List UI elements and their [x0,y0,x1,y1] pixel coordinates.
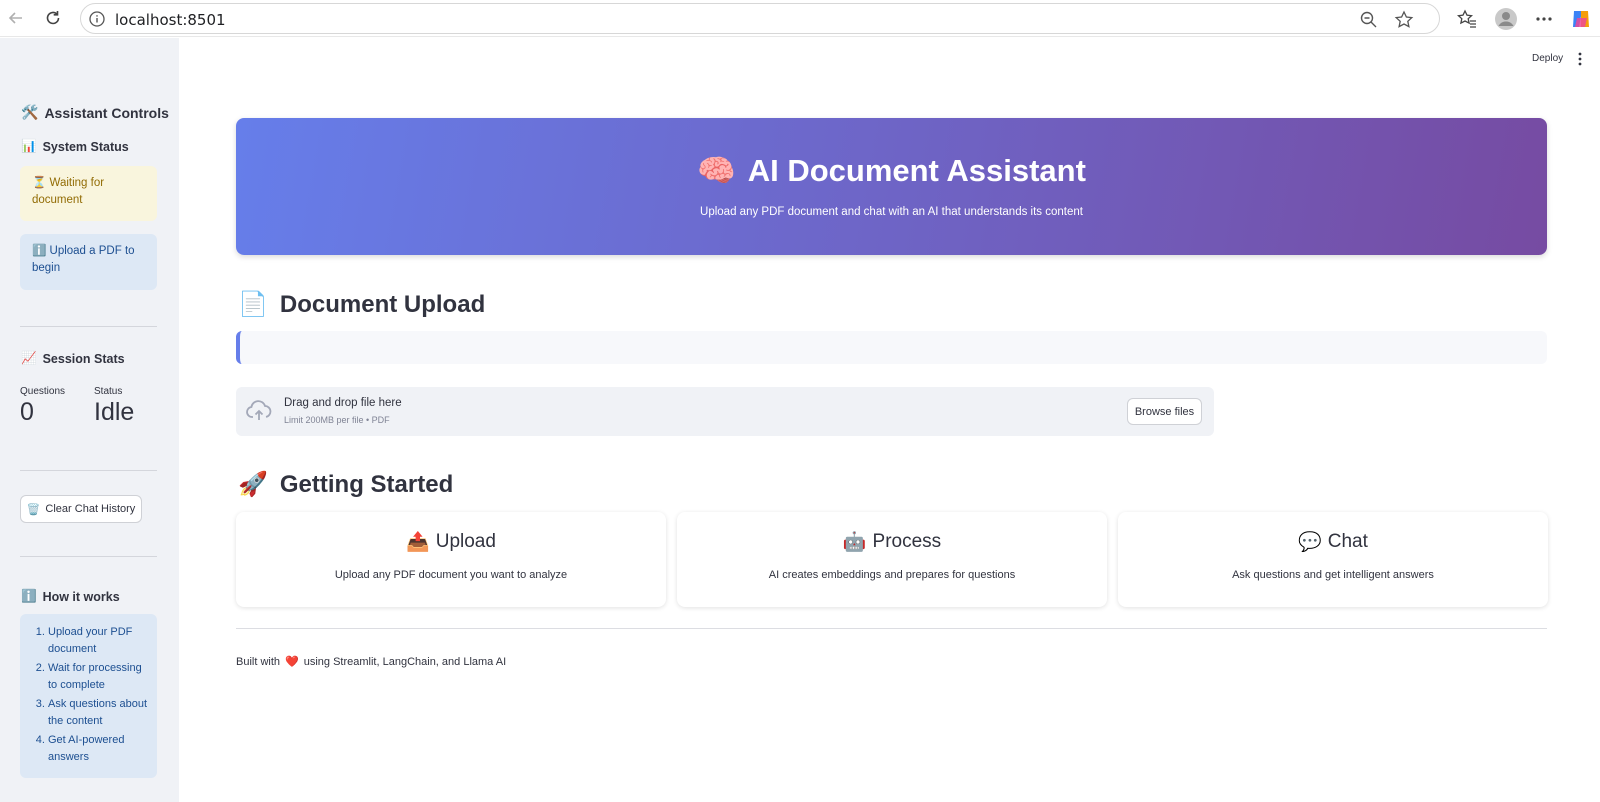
how-it-works-box: Upload your PDF document Wait for proces… [20,614,157,778]
how-it-works-title: How it works [42,589,120,604]
session-stats-title: Session Stats [42,351,125,366]
document-upload-title: Document Upload [279,290,486,318]
favorites-button[interactable] [1455,7,1479,31]
status-value: Idle [94,398,135,426]
copilot-icon [1573,11,1589,27]
card-title: 💬 Chat [1118,530,1548,554]
clear-chat-label: Clear Chat History [45,503,136,515]
dropzone-text: Drag and drop file here [284,397,402,409]
heart-icon: ❤️ [285,656,299,668]
file-dropzone[interactable]: Drag and drop file here Limit 200MB per … [236,387,1214,436]
url-text[interactable]: localhost:8501 [115,11,226,29]
info-icon: ℹ️ [21,589,37,603]
rocket-icon: 🚀 [238,471,268,498]
footer: Built with ❤️ using Streamlit, LangChain… [236,655,507,669]
card-title-text: Process [872,531,942,552]
speech-bubble-icon: 💬 [1298,532,1322,553]
document-icon: 📄 [238,291,268,318]
list-item: Get AI-powered answers [48,732,149,765]
tools-icon: 🛠️ [21,104,39,120]
clear-chat-history-button[interactable]: 🗑️ Clear Chat History [20,495,142,523]
hero-title: 🧠 AI Document Assistant [236,152,1547,189]
footer-divider [236,628,1547,629]
sidebar: 🛠️ Assistant Controls 📊 System Status ⏳ … [0,38,179,802]
status-label: Status [94,386,123,397]
system-status-title: System Status [42,139,129,154]
favorites-list-icon [1457,9,1476,28]
footer-prefix: Built with [236,655,281,668]
session-stats-heading: 📈 Session Stats [21,351,125,366]
outbox-tray-icon: 📤 [406,532,430,553]
trash-icon: 🗑️ [26,503,41,516]
sidebar-title-text: Assistant Controls [44,104,169,121]
list-item: Wait for processing to complete [48,660,149,693]
profile-button[interactable] [1494,7,1518,31]
browser-menu-button[interactable] [1532,7,1556,31]
waiting-warning: ⏳ Waiting for document [20,166,157,221]
deploy-button[interactable]: Deploy [1532,53,1563,64]
card-title-text: Upload [435,531,496,552]
card-title: 🤖 Process [677,530,1107,554]
browse-files-button[interactable]: Browse files [1127,398,1202,425]
upload-info: ℹ️ Upload a PDF to begin [20,234,157,290]
dropzone-limit: Limit 200MB per file • PDF [284,415,390,425]
questions-value: 0 [20,398,34,426]
sidebar-title: 🛠️ Assistant Controls [21,104,169,121]
document-upload-heading: 📄 Document Upload [238,290,485,319]
card-description: Ask questions and get intelligent answer… [1232,569,1434,581]
hero-subtitle: Upload any PDF document and chat with an… [700,206,1083,218]
list-item: Ask questions about the content [48,696,149,729]
back-button[interactable] [4,6,28,30]
sidebar-divider [20,470,157,471]
card-title-text: Chat [1327,531,1368,552]
list-item: Upload your PDF document [48,624,149,657]
card-title: 📤 Upload [236,530,666,554]
zoom-out-icon[interactable] [1359,10,1379,30]
system-status-heading: 📊 System Status [21,139,129,154]
steps-list: Upload your PDF document Wait for proces… [34,624,149,765]
getting-started-title: Getting Started [279,470,454,498]
site-info-icon[interactable] [88,10,106,28]
getting-started-heading: 🚀 Getting Started [238,470,453,499]
back-arrow-icon [8,12,22,24]
brain-icon: 🧠 [697,153,736,188]
reload-button[interactable] [41,6,65,30]
bar-chart-icon: 📊 [21,139,37,153]
copilot-button[interactable] [1569,7,1593,31]
questions-label: Questions [20,386,66,397]
process-card: 🤖 Process AI creates embeddings and prep… [677,512,1107,607]
browser-toolbar: localhost:8501 [0,0,1600,37]
sidebar-divider [20,326,157,327]
how-it-works-heading: ℹ️ How it works [21,589,120,604]
hero-banner: 🧠 AI Document Assistant Upload any PDF d… [236,118,1547,255]
trend-chart-icon: 📈 [21,351,37,365]
profile-avatar-icon [1495,8,1517,30]
footer-suffix: using Streamlit, LangChain, and Llama AI [303,655,507,668]
main-menu-icon[interactable] [1576,52,1584,66]
sidebar-divider [20,556,157,557]
more-horizontal-icon [1536,17,1552,21]
address-bar[interactable]: localhost:8501 [80,3,1440,34]
upload-card: 📤 Upload Upload any PDF document you wan… [236,512,666,607]
upload-status-box [236,331,1547,364]
card-description: AI creates embeddings and prepares for q… [768,569,1016,581]
favorite-star-icon[interactable] [1394,10,1414,30]
card-description: Upload any PDF document you want to anal… [334,569,568,581]
robot-icon: 🤖 [842,532,867,553]
hero-title-text: AI Document Assistant [747,152,1086,188]
cloud-upload-icon [246,400,272,420]
reload-icon [46,11,60,25]
chat-card: 💬 Chat Ask questions and get intelligent… [1118,512,1548,607]
